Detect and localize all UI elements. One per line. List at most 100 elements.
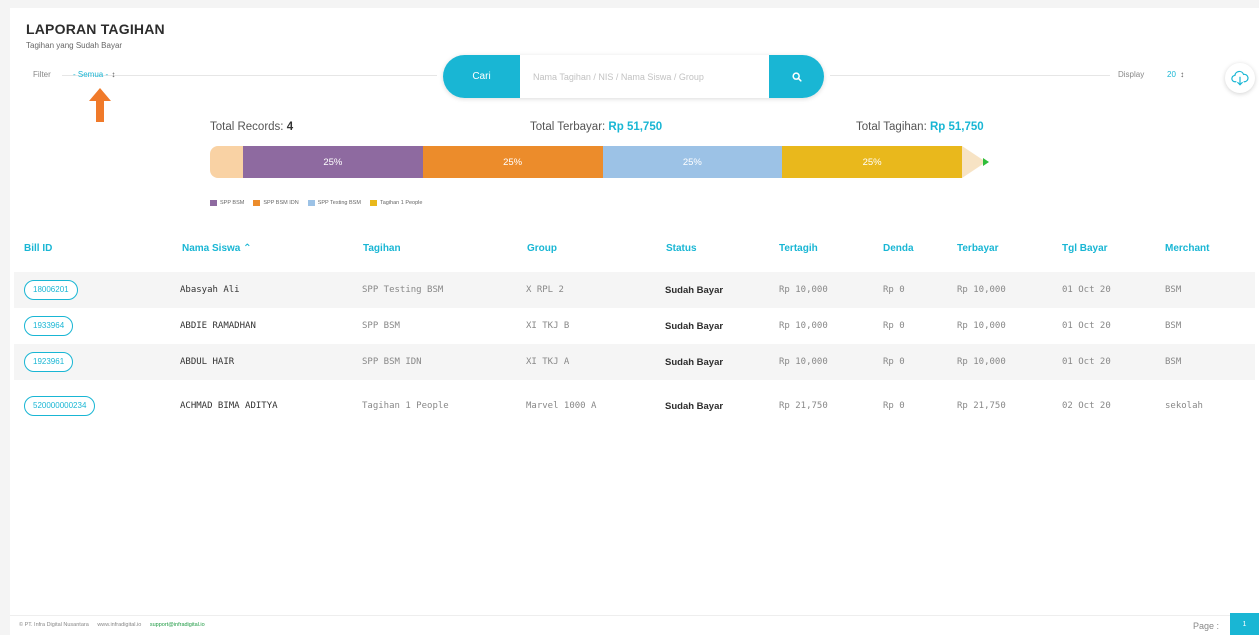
tagihan-cell: SPP Testing BSM — [362, 285, 444, 295]
progress-segment-2: 25% — [602, 146, 783, 178]
display-value: 20 — [1167, 70, 1176, 79]
display-label: Display — [1118, 70, 1145, 79]
nama-siswa-cell: Abasyah Ali — [180, 285, 240, 295]
col-header-denda[interactable]: Denda — [883, 243, 914, 254]
merchant-cell: BSM — [1165, 285, 1182, 295]
bill-id-link[interactable]: 520000000234 — [24, 396, 96, 416]
col-header-tertagih[interactable]: Tertagih — [779, 243, 818, 254]
footer-website-link[interactable]: www.infradigital.io — [97, 622, 141, 628]
page-subtitle: Tagihan yang Sudah Bayar — [26, 41, 123, 50]
legend-swatch — [307, 200, 315, 206]
legend-swatch — [210, 200, 217, 206]
col-header-nama-siswa-label: Nama Siswa — [182, 243, 241, 254]
legend-swatch — [369, 200, 377, 206]
search-button[interactable]: Cari — [443, 55, 520, 98]
page-title: LAPORAN TAGIHAN — [26, 21, 165, 37]
total-tagihan-label: Total Tagihan: — [856, 121, 927, 133]
total-records-label: Total Records: — [210, 121, 284, 133]
legend-label: SPP BSM IDN — [263, 200, 299, 206]
group-cell: XI TKJ A — [526, 357, 570, 367]
table-row: 1923961 ABDUL HAIR SPP BSM IDN XI TKJ A … — [14, 344, 1255, 380]
bill-id-cell: 1923961 — [24, 344, 74, 380]
toolbar-divider-left — [62, 75, 437, 76]
progress-segment-1: 25% — [422, 146, 603, 178]
total-tagihan: Total Tagihan: Rp 51,750 — [856, 121, 984, 133]
legend-item: SPP Testing BSM — [307, 200, 361, 206]
nama-siswa-cell: ABDIE RAMADHAN — [180, 321, 256, 331]
total-records-value: 4 — [286, 121, 294, 133]
nama-siswa-cell: ABDUL HAIR — [180, 357, 235, 367]
tertagih-cell: Rp 21,750 — [779, 401, 828, 411]
pencil-eraser — [210, 146, 243, 178]
bill-id-cell: 18006201 — [24, 272, 78, 308]
total-terbayar-value: Rp 51,750 — [608, 121, 663, 133]
footer-copyright: © PT. Infra Digital Nusantara — [19, 622, 89, 628]
legend-label: SPP BSM — [220, 200, 245, 206]
arrow-up-icon — [89, 88, 111, 122]
page-number-button[interactable]: 1 — [1230, 613, 1259, 635]
terbayar-cell: Rp 10,000 — [957, 321, 1006, 331]
tgl-bayar-cell: 01 Oct 20 — [1062, 357, 1111, 367]
col-header-status[interactable]: Status — [666, 243, 697, 254]
nama-siswa-cell: ACHMAD BIMA ADITYA — [180, 401, 278, 411]
total-records: Total Records: 4 — [210, 121, 293, 133]
search-bar: Cari — [443, 55, 824, 98]
col-header-tgl-bayar[interactable]: Tgl Bayar — [1062, 243, 1108, 254]
report-card: LAPORAN TAGIHAN Tagihan yang Sudah Bayar… — [10, 8, 1259, 635]
denda-cell: Rp 0 — [883, 321, 905, 331]
group-cell: X RPL 2 — [526, 285, 564, 295]
tagihan-cell: Tagihan 1 People — [362, 401, 449, 411]
search-input[interactable] — [520, 55, 769, 98]
legend-label: Tagihan 1 People — [379, 200, 423, 206]
display-select[interactable]: 20 ↕ — [1167, 70, 1184, 79]
group-cell: Marvel 1000 A — [526, 401, 597, 411]
footer-email-link[interactable]: support@infradigital.io — [150, 622, 205, 628]
tagihan-cell: SPP BSM IDN — [362, 357, 422, 367]
bill-id-cell: 1933964 — [24, 308, 74, 344]
denda-cell: Rp 0 — [883, 357, 905, 367]
search-icon — [791, 71, 802, 82]
legend-label: SPP Testing BSM — [317, 200, 361, 206]
bill-id-link[interactable]: 1933964 — [24, 316, 74, 336]
col-header-merchant[interactable]: Merchant — [1165, 243, 1209, 254]
total-tagihan-value: Rp 51,750 — [929, 121, 984, 133]
terbayar-cell: Rp 21,750 — [957, 401, 1006, 411]
bill-id-cell: 520000000234 — [24, 388, 96, 424]
table-row: 520000000234 ACHMAD BIMA ADITYA Tagihan … — [14, 388, 1255, 424]
bill-id-link[interactable]: 1923961 — [24, 352, 74, 372]
progress-legend: SPP BSM SPP BSM IDN SPP Testing BSM Tagi… — [210, 200, 422, 206]
cloud-download-icon — [1231, 70, 1249, 86]
footer-text: © PT. Infra Digital Nusantara www.infrad… — [19, 622, 205, 628]
denda-cell: Rp 0 — [883, 401, 905, 411]
table-row: 18006201 Abasyah Ali SPP Testing BSM X R… — [14, 272, 1255, 308]
merchant-cell: BSM — [1165, 357, 1182, 367]
tgl-bayar-cell: 02 Oct 20 — [1062, 401, 1111, 411]
search-submit-button[interactable] — [769, 55, 824, 98]
page-label: Page : — [1193, 621, 1220, 631]
payment-progress-bar: 25% 25% 25% 25% — [210, 146, 1000, 178]
merchant-cell: sekolah — [1165, 401, 1203, 411]
filter-select[interactable]: - Semua - ↕ — [73, 70, 115, 79]
tgl-bayar-cell: 01 Oct 20 — [1062, 285, 1111, 295]
col-header-tagihan[interactable]: Tagihan — [363, 243, 401, 254]
terbayar-cell: Rp 10,000 — [957, 357, 1006, 367]
pencil-lead — [983, 158, 989, 166]
tertagih-cell: Rp 10,000 — [779, 357, 828, 367]
denda-cell: Rp 0 — [883, 285, 905, 295]
bill-id-link[interactable]: 18006201 — [24, 280, 78, 300]
col-header-bill-id[interactable]: Bill ID — [24, 243, 52, 254]
toolbar-divider-right — [830, 75, 1110, 76]
col-header-nama-siswa[interactable]: Nama Siswa ⌃ — [182, 243, 252, 254]
col-header-terbayar[interactable]: Terbayar — [957, 243, 999, 254]
tertagih-cell: Rp 10,000 — [779, 321, 828, 331]
filter-label: Filter — [33, 70, 51, 79]
status-cell: Sudah Bayar — [665, 356, 724, 368]
col-header-group[interactable]: Group — [527, 243, 557, 254]
footer: © PT. Infra Digital Nusantara www.infrad… — [10, 613, 1259, 635]
tgl-bayar-cell: 01 Oct 20 — [1062, 321, 1111, 331]
download-button[interactable] — [1225, 63, 1255, 93]
merchant-cell: BSM — [1165, 321, 1182, 331]
total-terbayar: Total Terbayar: Rp 51,750 — [530, 121, 662, 133]
table-row: 1933964 ABDIE RAMADHAN SPP BSM XI TKJ B … — [14, 308, 1255, 344]
group-cell: XI TKJ B — [526, 321, 570, 331]
